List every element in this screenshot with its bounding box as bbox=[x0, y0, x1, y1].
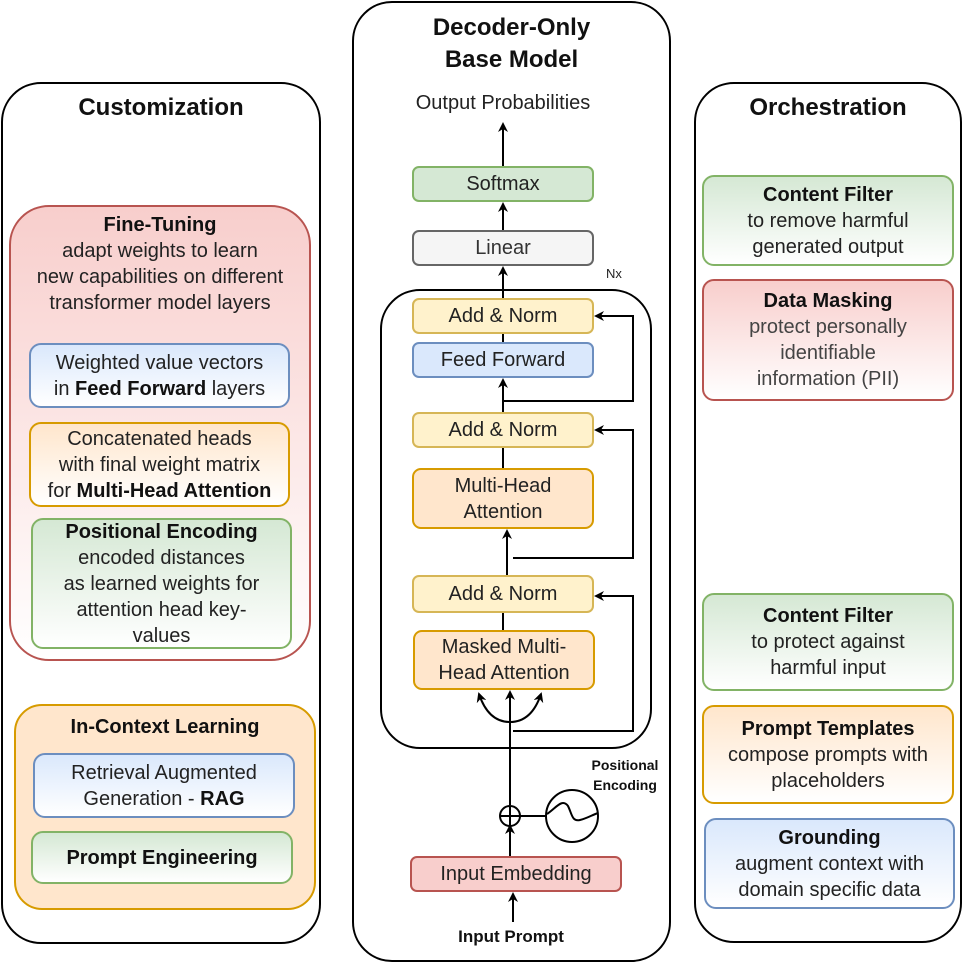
grounding-title: Grounding bbox=[778, 826, 881, 849]
fine-tuning-desc-3: transformer model layers bbox=[49, 292, 271, 314]
data-masking-line3: information (PII) bbox=[756, 368, 900, 390]
linear-label: Linear bbox=[475, 237, 531, 259]
data-masking-line1: protect personally bbox=[749, 316, 907, 338]
rag-line2: Generation - RAG bbox=[83, 786, 244, 812]
in-context-title-wrap: In-Context Learning bbox=[14, 712, 316, 742]
prompt-templates-line2: placeholders bbox=[771, 769, 885, 792]
base-model-title-2: Base Model bbox=[444, 46, 579, 73]
ft-multi-head-card[interactable]: Concatenated heads with final weight mat… bbox=[29, 422, 290, 507]
rag-card[interactable]: Retrieval Augmented Generation - RAG bbox=[33, 753, 295, 818]
pe-label-2: Encoding bbox=[593, 777, 657, 793]
ft-feed-forward-line1: Weighted value vectors bbox=[55, 351, 264, 374]
fine-tuning-desc-1: adapt weights to learn bbox=[62, 240, 258, 262]
add-norm-label-1: Add & Norm bbox=[448, 583, 558, 605]
pe-label-1: Positional bbox=[591, 757, 659, 773]
prompt-engineering-label: Prompt Engineering bbox=[66, 846, 258, 869]
grounding-card[interactable]: Grounding augment context with domain sp… bbox=[704, 818, 955, 909]
fine-tuning-title: Fine-Tuning bbox=[103, 214, 217, 236]
add-norm-label-2: Add & Norm bbox=[448, 419, 558, 441]
content-filter-input-card[interactable]: Content Filter to protect against harmfu… bbox=[702, 593, 954, 691]
softmax-block[interactable]: Softmax bbox=[412, 166, 594, 202]
in-context-title: In-Context Learning bbox=[70, 716, 260, 738]
ft-mh-bold: Multi-Head Attention bbox=[76, 479, 272, 502]
cf-output-line1: to remove harmful bbox=[747, 209, 909, 232]
ft-ff-bold: Feed Forward bbox=[75, 377, 207, 400]
input-prompt-label: Input Prompt bbox=[458, 927, 564, 946]
grounding-line2: domain specific data bbox=[738, 878, 921, 901]
input-embedding-block[interactable]: Input Embedding bbox=[410, 856, 622, 892]
masked-multi-head-attention-block[interactable]: Masked Multi- Head Attention bbox=[413, 630, 595, 690]
softmax-label: Softmax bbox=[466, 173, 540, 195]
prompt-templates-line1: compose prompts with bbox=[727, 743, 929, 766]
base-model-title-1: Decoder-Only bbox=[432, 14, 591, 41]
cf-output-line2: generated output bbox=[752, 235, 904, 258]
ft-feed-forward-card[interactable]: Weighted value vectors in Feed Forward l… bbox=[29, 343, 290, 408]
feed-forward-block[interactable]: Feed Forward bbox=[412, 342, 594, 378]
cf-input-title: Content Filter bbox=[763, 605, 893, 627]
data-masking-card[interactable]: Data Masking protect personally identifi… bbox=[702, 279, 954, 401]
ft-mh-line3: for Multi-Head Attention bbox=[48, 478, 272, 504]
input-embedding-label: Input Embedding bbox=[440, 863, 592, 885]
mha-label-1: Multi-Head bbox=[454, 474, 552, 497]
ft-pe-line1: encoded distances bbox=[78, 546, 245, 569]
output-probabilities-label: Output Probabilities bbox=[415, 92, 591, 114]
masked-mha-label-1: Masked Multi- bbox=[441, 636, 567, 658]
positional-encoding-label: Positional Encoding bbox=[580, 755, 670, 795]
ft-mh-pre: for bbox=[47, 479, 77, 502]
content-filter-output-card[interactable]: Content Filter to remove harmful generat… bbox=[702, 175, 954, 266]
prompt-engineering-card[interactable]: Prompt Engineering bbox=[31, 831, 293, 884]
rag-line1: Retrieval Augmented bbox=[71, 761, 257, 784]
grounding-line1: augment context with bbox=[735, 852, 924, 875]
add-norm-label-3: Add & Norm bbox=[448, 305, 558, 327]
ft-feed-forward-line2: in Feed Forward layers bbox=[54, 376, 265, 402]
add-norm-block-1[interactable]: Add & Norm bbox=[412, 575, 594, 613]
data-masking-line2: identifiable bbox=[780, 342, 876, 364]
ft-mh-line2: with final weight matrix bbox=[58, 453, 261, 476]
add-norm-block-3[interactable]: Add & Norm bbox=[412, 298, 594, 334]
rag-bold: RAG bbox=[200, 787, 245, 810]
ft-mh-line1: Concatenated heads bbox=[67, 427, 252, 450]
fine-tuning-header: Fine-Tuning adapt weights to learn new c… bbox=[9, 212, 311, 324]
feed-forward-label: Feed Forward bbox=[440, 349, 566, 371]
rag-pre: Generation - bbox=[83, 787, 201, 810]
customization-title: Customization bbox=[78, 94, 244, 121]
cf-output-title: Content Filter bbox=[763, 183, 893, 206]
cf-input-line2: harmful input bbox=[770, 657, 886, 679]
fine-tuning-desc-2: new capabilities on different bbox=[36, 266, 284, 288]
ft-pe-title: Positional Encoding bbox=[65, 520, 258, 543]
prompt-templates-card[interactable]: Prompt Templates compose prompts with pl… bbox=[702, 705, 954, 804]
ft-ff-pre: in bbox=[53, 377, 76, 400]
ft-pe-line4: values bbox=[132, 624, 191, 647]
nx-label: Nx bbox=[606, 266, 622, 281]
cf-input-line1: to protect against bbox=[751, 631, 905, 653]
add-norm-block-2[interactable]: Add & Norm bbox=[412, 412, 594, 448]
prompt-templates-title: Prompt Templates bbox=[741, 717, 915, 740]
mha-label-2: Attention bbox=[463, 500, 543, 523]
linear-block[interactable]: Linear bbox=[412, 230, 594, 266]
masked-mha-label-2: Head Attention bbox=[438, 662, 570, 684]
ft-ff-post: layers bbox=[206, 377, 266, 400]
multi-head-attention-block[interactable]: Multi-Head Attention bbox=[412, 468, 594, 529]
ft-positional-encoding-card[interactable]: Positional Encoding encoded distances as… bbox=[31, 518, 292, 649]
ft-pe-line2: as learned weights for bbox=[63, 572, 260, 595]
orchestration-title: Orchestration bbox=[749, 94, 907, 121]
ft-pe-line3: attention head key- bbox=[76, 598, 247, 621]
data-masking-title: Data Masking bbox=[763, 290, 893, 312]
